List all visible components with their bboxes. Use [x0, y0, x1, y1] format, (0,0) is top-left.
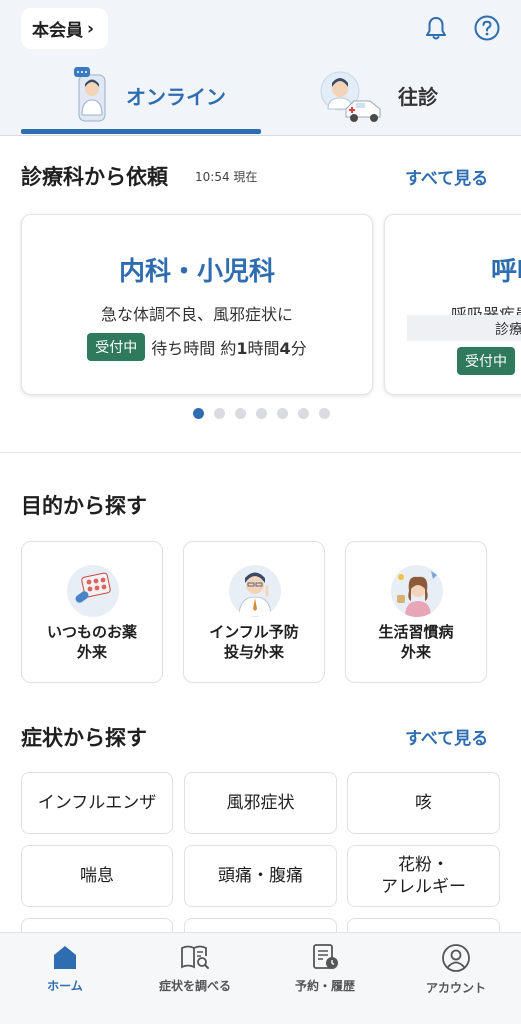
- department-see-all-link[interactable]: すべて見る: [405, 164, 488, 189]
- home-icon: [54, 946, 76, 969]
- help-icon[interactable]: [473, 14, 501, 42]
- nav-label: ホーム: [47, 979, 83, 993]
- symptom-button-cold[interactable]: 風邪症状: [184, 772, 337, 834]
- department-note: 診療: [495, 322, 521, 338]
- chevron-right-icon: ›: [87, 18, 95, 39]
- active-tab-indicator: [21, 129, 261, 134]
- symptom-button-allergy[interactable]: 花粉・ アレルギー: [347, 845, 500, 907]
- department-name: 内科・小児科: [118, 257, 275, 287]
- top-header: 本会員 › オンライン 往診: [0, 0, 521, 136]
- medicine-icon: [67, 565, 119, 617]
- nav-home[interactable]: ホーム: [0, 943, 130, 994]
- department-description: 急な体調不良、風邪症状に: [100, 305, 293, 324]
- member-status-button[interactable]: 本会員 ›: [21, 8, 109, 49]
- tab-online[interactable]: オンライン: [74, 62, 226, 128]
- tab-online-label: オンライン: [126, 84, 226, 109]
- pagination-dot[interactable]: [277, 408, 288, 419]
- pagination-dot[interactable]: [214, 408, 225, 419]
- nav-symptom-search[interactable]: 症状を調べる: [130, 943, 260, 994]
- department-card-respiratory[interactable]: 呼吸 呼吸器疾患 診療 受付中: [384, 214, 521, 395]
- member-label: 本会員: [32, 21, 83, 41]
- pagination-dot[interactable]: [298, 408, 309, 419]
- nav-reservation-history[interactable]: 予約・履歴: [260, 943, 390, 994]
- symptom-see-all-link[interactable]: すべて見る: [405, 724, 488, 749]
- bell-icon[interactable]: [422, 14, 450, 42]
- nav-label: 予約・履歴: [294, 979, 355, 993]
- department-name: 呼吸: [491, 257, 521, 287]
- pagination-dot[interactable]: [193, 408, 204, 419]
- account-icon: [442, 944, 470, 972]
- header-divider: [0, 135, 521, 136]
- purpose-card-regular-medicine[interactable]: いつものお薬 外来: [21, 541, 163, 683]
- department-card-internal[interactable]: 内科・小児科 急な体調不良、風邪症状に 受付中 待ち時間 約1時間4分: [21, 214, 373, 395]
- nav-label: 症状を調べる: [158, 979, 231, 993]
- purpose-section-title: 目的から探す: [21, 494, 147, 518]
- purpose-card-influenza-prevention[interactable]: インフル予防 投与外来: [183, 541, 325, 683]
- pagination-dot[interactable]: [319, 408, 330, 419]
- department-status-row: 受付中 待ち時間 約1時間4分: [22, 333, 372, 361]
- symptom-button-headache-stomachache[interactable]: 頭痛・腹痛: [184, 845, 337, 907]
- tab-home-visit[interactable]: 往診: [318, 62, 438, 128]
- purpose-label: インフル予防 投与外来: [209, 623, 299, 661]
- tab-home-visit-label: 往診: [398, 84, 438, 109]
- status-badge: 受付中: [87, 333, 146, 361]
- book-search-icon: [181, 945, 209, 969]
- section-divider: [0, 452, 521, 453]
- lifestyle-icon: [391, 565, 443, 617]
- purpose-card-lifestyle-disease[interactable]: 生活習慣病 外来: [345, 541, 487, 683]
- nav-label: アカウント: [425, 981, 486, 995]
- doctor-icon: [229, 565, 281, 617]
- symptom-section-title: 症状から探す: [21, 726, 147, 750]
- pagination-dot[interactable]: [235, 408, 246, 419]
- bottom-navigation: ホーム 症状を調べる 予約・履歴 アカウント: [0, 932, 521, 1024]
- symptom-button-influenza[interactable]: インフルエンザ: [21, 772, 173, 834]
- home-visit-doctor-icon: [320, 71, 381, 122]
- pagination-dot[interactable]: [256, 408, 267, 419]
- department-timestamp: 10:54 現在: [195, 170, 258, 184]
- carousel-pagination: [193, 408, 330, 419]
- department-section-title: 診療科から依頼: [21, 165, 168, 189]
- purpose-label: いつものお薬 外来: [46, 623, 137, 661]
- status-badge: 受付中: [457, 347, 515, 375]
- online-doctor-icon: [74, 67, 106, 122]
- symptom-button-asthma[interactable]: 喘息: [21, 845, 173, 907]
- symptom-button-cough[interactable]: 咳: [347, 772, 500, 834]
- history-icon: [313, 944, 338, 969]
- nav-account[interactable]: アカウント: [391, 943, 521, 996]
- wait-time: 待ち時間 約1時間4分: [151, 339, 307, 358]
- purpose-label: 生活習慣病 外来: [378, 623, 454, 661]
